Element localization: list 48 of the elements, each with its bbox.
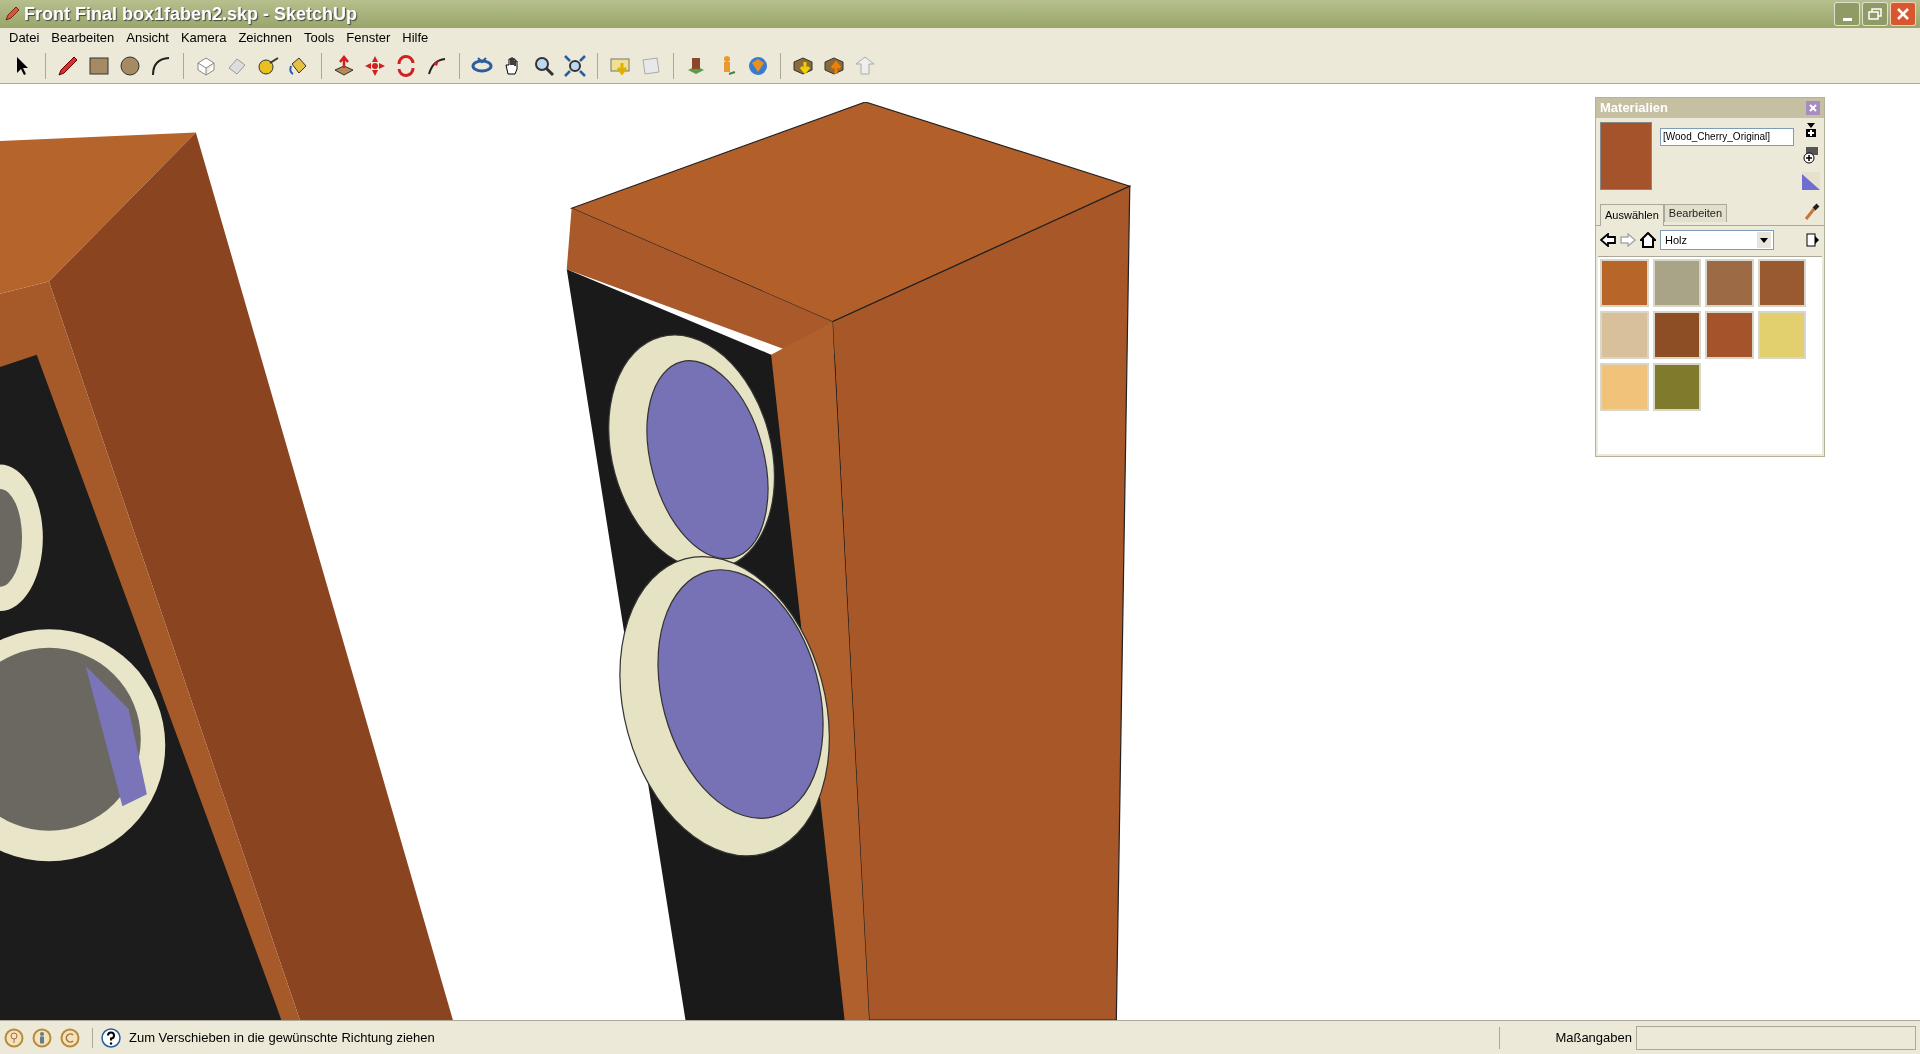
paint-default-icon[interactable] (1802, 172, 1820, 190)
status-message: Zum Verschieben in die gewünschte Richtung ziehen (129, 1028, 435, 1047)
material-swatch[interactable] (1600, 311, 1649, 359)
menu-item[interactable]: Tools (298, 28, 340, 48)
pencil-icon (4, 6, 20, 22)
minimize-button[interactable] (1834, 2, 1860, 26)
material-name-field[interactable]: [Wood_Cherry_Original] (1660, 127, 1794, 146)
details-icon[interactable] (1806, 232, 1820, 248)
menu-item[interactable]: Datei (4, 28, 45, 48)
close-icon (1896, 7, 1910, 21)
material-swatch[interactable] (1757, 311, 1806, 359)
restore-icon (1868, 8, 1882, 20)
material-swatch[interactable] (1652, 259, 1701, 307)
menu-item[interactable]: Zeichnen (233, 28, 297, 48)
material-preview (1600, 122, 1652, 190)
tab[interactable]: Bearbeiten (1663, 204, 1728, 222)
measurements-label: Maßangaben (1555, 1028, 1632, 1047)
collection-dropdown[interactable]: Holz (1660, 230, 1774, 250)
window-title: Front Final box1faben2.skp - SketchUp (24, 2, 358, 26)
menu-item[interactable]: Bearbeiten (46, 28, 120, 48)
close-button[interactable] (1806, 101, 1820, 115)
push-pull-icon[interactable] (332, 53, 356, 78)
minimize-icon (1842, 18, 1852, 21)
material-swatch[interactable] (1652, 311, 1701, 359)
menu-item[interactable]: Ansicht (121, 28, 174, 48)
material-swatch[interactable] (1757, 259, 1806, 307)
restore-button[interactable] (1862, 2, 1888, 26)
eyedropper-icon[interactable] (1804, 203, 1820, 221)
menu-item[interactable]: Kamera (175, 28, 232, 48)
home-icon[interactable] (1640, 232, 1656, 248)
material-swatch[interactable] (1705, 311, 1754, 359)
back-arrow-icon[interactable] (1600, 233, 1616, 247)
material-swatch[interactable] (1652, 363, 1701, 411)
panel-title: Materialien (1600, 99, 1668, 118)
measurements-field[interactable] (1636, 1025, 1916, 1050)
material-swatch[interactable] (1705, 259, 1754, 307)
material-swatch[interactable] (1600, 363, 1649, 411)
caret-icon (1757, 232, 1771, 248)
help-icon[interactable] (101, 1027, 121, 1048)
close-button[interactable] (1890, 2, 1916, 26)
circle-icon[interactable] (118, 53, 142, 78)
zoom-extents-icon[interactable] (563, 53, 587, 78)
tab[interactable]: Auswählen (1600, 204, 1664, 226)
menu-item[interactable]: Fenster (341, 28, 396, 48)
close-icon (1809, 104, 1817, 112)
material-swatch[interactable] (1600, 259, 1649, 307)
dropdown-icon[interactable] (1805, 122, 1817, 138)
menu-item[interactable]: Hilfe (397, 28, 434, 48)
